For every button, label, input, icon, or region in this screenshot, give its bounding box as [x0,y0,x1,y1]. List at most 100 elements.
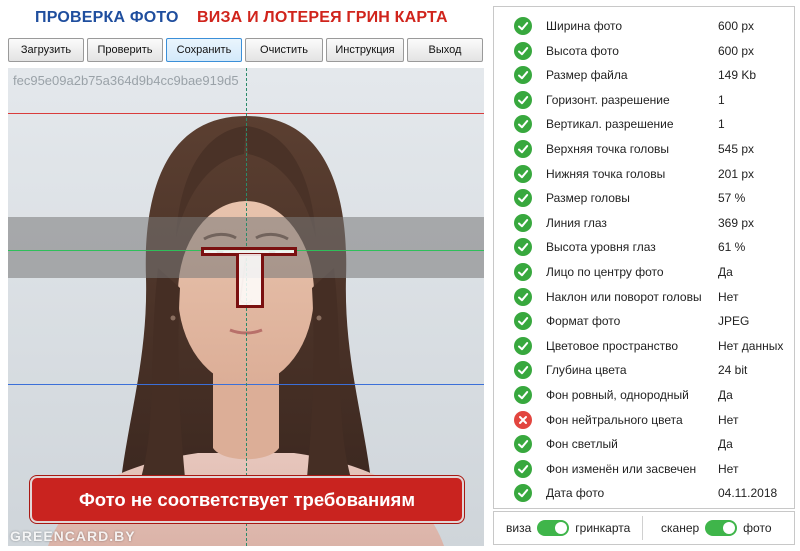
greencard-label: гринкарта [575,521,631,535]
result-label: Фон светлый [546,437,618,452]
result-row: Горизонт. разрешение 1 [494,88,794,112]
photo-label: фото [743,521,772,535]
result-row: Нижняя точка головы 201 px [494,162,794,186]
toolbar: Загрузить Проверить Сохранить Очистить И… [8,38,484,62]
result-value: Да [718,437,733,452]
check-button[interactable]: Проверить [87,38,163,62]
results-panel: Ширина фото 600 px Высота фото 600 px Размер… [493,6,795,509]
result-row: Фон светлый Да [494,432,794,456]
instructions-button[interactable]: Инструкция [326,38,404,62]
visa-greencard-switch[interactable] [537,520,570,536]
result-label: Цветовое пространство [546,338,679,353]
result-row: Высота уровня глаз 61 % [494,235,794,259]
check-icon [514,17,532,35]
result-row: Линия глаз 369 px [494,211,794,235]
load-button[interactable]: Загрузить [8,38,84,62]
result-value: Нет [718,461,739,476]
result-label: Дата фото [546,486,605,501]
scanner-photo-toggle-group: сканер фото [661,512,772,544]
result-row: Цветовое пространство Нет данных [494,334,794,358]
result-row: Фон ровный, однородный Да [494,383,794,407]
result-value: 61 % [718,240,746,255]
check-icon [514,361,532,380]
mode-toggles: виза гринкарта сканер фото [493,511,795,545]
result-row: Верхняя точка головы 545 px [494,137,794,161]
visa-greencard-toggle-group: виза гринкарта [506,512,630,544]
result-label: Лицо по центру фото [546,265,664,279]
result-row: Наклон или поворот головы Нет [494,285,794,309]
result-value: 600 px [718,19,755,33]
result-value: Да [718,388,733,402]
result-row: Вертикал. разрешение 1 [494,112,794,136]
result-row: Фон изменён или засвечен Нет [494,457,794,481]
check-icon [514,336,532,355]
result-row: Глубина цвета 24 bit [494,358,794,382]
check-icon [514,287,532,306]
check-icon [514,435,532,454]
result-label: Верхняя точка головы [546,142,670,156]
result-row: Размер файла 149 Kb [494,63,794,87]
result-label: Линия глаз [546,215,607,230]
result-row: Лицо по центру фото Да [494,260,794,284]
check-icon [514,213,532,232]
result-label: Нижняя точка головы [546,166,666,181]
result-label: Фон изменён или засвечен [546,461,697,476]
check-icon [514,164,532,183]
result-row: Ширина фото 600 px [494,14,794,38]
check-icon [514,459,532,478]
result-value: 149 Kb [718,68,757,83]
result-value: JPEG [718,314,750,329]
clear-button[interactable]: Очистить [245,38,323,62]
result-row: Размер головы 57 % [494,186,794,210]
result-value: 369 px [718,215,755,230]
result-value: 24 bit [718,363,748,378]
result-value: Нет [718,289,739,304]
scanner-photo-switch[interactable] [705,520,738,536]
switch-knob [723,522,736,534]
check-icon [514,386,532,404]
cross-icon [514,410,532,429]
result-label: Горизонт. разрешение [546,92,670,107]
result-value: Нет данных [718,338,784,353]
visa-label: виза [506,521,532,535]
check-icon [514,115,532,134]
result-label: Размер головы [546,191,630,206]
result-value: 57 % [718,191,746,206]
scanner-label: сканер [661,521,700,535]
result-value: 545 px [718,142,755,156]
photo-hash: fec95e09a2b75a364d9b4cc9bae919d5 [13,73,239,88]
warning-banner: Фото не соответствует требованиям [30,476,464,523]
result-row: Фон нейтрального цвета Нет [494,408,794,432]
result-label: Наклон или поворот головы [546,289,702,304]
result-label: Фон ровный, однородный [546,388,689,402]
result-label: Глубина цвета [546,363,627,378]
result-label: Ширина фото [546,19,623,33]
app-window: ПРОВЕРКА ФОТО ВИЗА И ЛОТЕРЕЯ ГРИН КАРТА … [0,0,800,551]
result-value: Нет [718,412,739,427]
save-button[interactable]: Сохранить [166,38,242,62]
check-icon [514,140,532,158]
check-icon [514,238,532,257]
result-value: 600 px [718,43,755,58]
watermark: GREENCARD.BY [10,528,136,544]
check-icon [514,263,532,281]
exit-button[interactable]: Выход [407,38,483,62]
result-row: Высота фото 600 px [494,39,794,63]
result-value: 04.11.2018 [718,486,778,501]
check-icon [514,90,532,109]
app-title: ПРОВЕРКА ФОТО [35,9,179,26]
result-row: Формат фото JPEG [494,309,794,333]
check-icon [514,484,532,503]
check-icon [514,66,532,85]
result-row: Дата фото 04.11.2018 [494,481,794,505]
photo-preview[interactable]: fec95e09a2b75a364d9b4cc9bae919d5 Фото не… [8,68,484,546]
switch-knob [555,522,568,534]
result-label: Фон нейтрального цвета [546,412,683,427]
result-value: 1 [718,117,725,132]
result-value: Да [718,265,733,279]
nose-marker [236,254,264,308]
check-icon [514,312,532,331]
app-subtitle: ВИЗА И ЛОТЕРЕЯ ГРИН КАРТА [197,9,448,26]
result-label: Формат фото [546,314,621,329]
result-value: 201 px [718,166,755,181]
